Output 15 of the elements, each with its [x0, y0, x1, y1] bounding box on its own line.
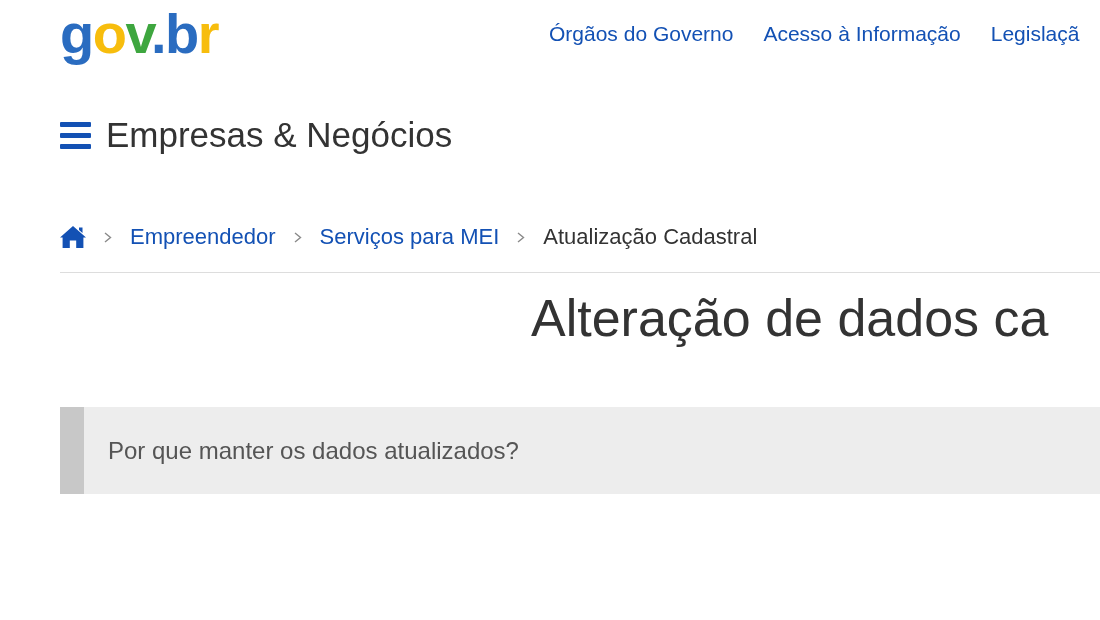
logo[interactable]: gov.br: [60, 4, 218, 64]
page-title: Alteração de dados ca: [531, 288, 1050, 348]
chevron-icon: [104, 231, 112, 243]
accordion-header[interactable]: Por que manter os dados atualizados?: [60, 407, 1100, 494]
menu-icon[interactable]: [60, 121, 91, 149]
home-icon[interactable]: [60, 226, 86, 248]
chevron-icon: [293, 231, 302, 243]
breadcrumb-link[interactable]: Empreendedor: [130, 224, 276, 250]
chevron-icon: [517, 231, 526, 243]
breadcrumb-link[interactable]: Serviços para MEI: [319, 224, 500, 250]
nav-link[interactable]: Órgãos do Governo: [549, 22, 734, 46]
nav-link[interactable]: Acesso à Informação: [763, 22, 961, 46]
current-page-label: Atualização Cadastral: [543, 224, 758, 250]
site-title: Empresas & Negócios: [106, 115, 453, 155]
nav-link[interactable]: Legislaçã: [990, 22, 1080, 46]
